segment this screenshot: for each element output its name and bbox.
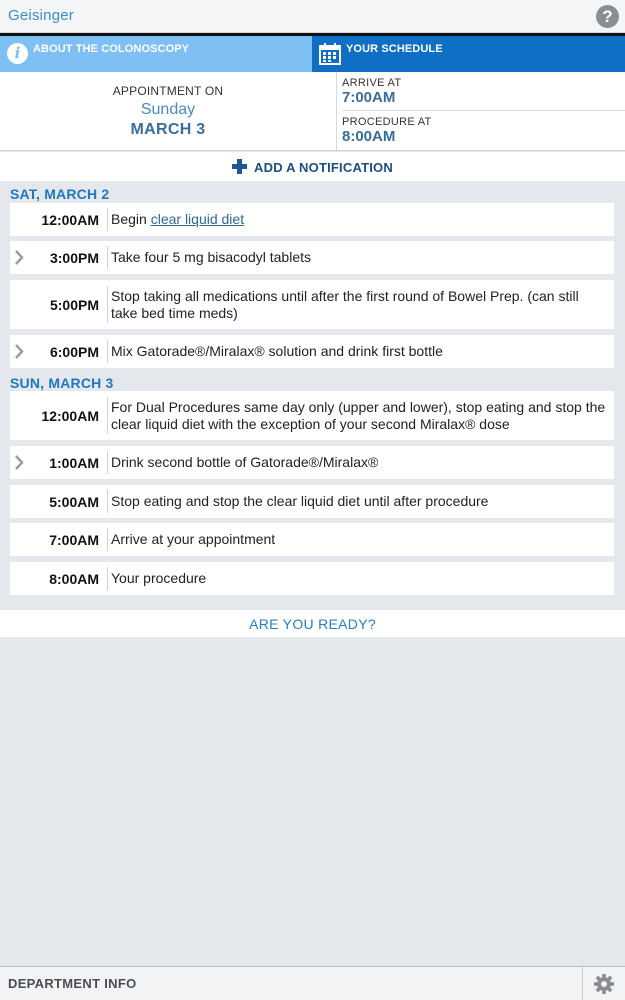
row-divider	[107, 286, 108, 323]
plus-icon	[232, 159, 248, 174]
footer-bar: DEPARTMENT INFO	[0, 966, 625, 1000]
tab-bar: i ABOUT THE COLONOSCOPY YOUR SCHEDULE	[0, 36, 625, 72]
department-info-button[interactable]: DEPARTMENT INFO	[8, 976, 136, 991]
row-divider	[107, 490, 108, 513]
schedule-text: Stop eating and stop the clear liquid di…	[111, 493, 489, 509]
appointment-times: ARRIVE AT 7:00AM PROCEDURE AT 8:00AM	[338, 72, 625, 150]
schedule-time: 6:00PM	[49, 344, 99, 360]
schedule-time: 5:00AM	[49, 494, 99, 510]
schedule-time: 7:00AM	[49, 532, 99, 548]
tab-your-schedule[interactable]: YOUR SCHEDULE	[312, 36, 625, 72]
row-divider	[107, 208, 108, 231]
help-icon[interactable]: ?	[596, 5, 619, 28]
info-icon: i	[7, 43, 28, 64]
arrive-label: ARRIVE AT	[342, 77, 402, 89]
procedure-time-block: PROCEDURE AT 8:00AM	[342, 111, 625, 150]
appointment-day: Sunday	[140, 101, 196, 118]
procedure-label: PROCEDURE AT	[342, 116, 432, 128]
schedule-time: 5:00PM	[49, 297, 99, 313]
settings-button[interactable]	[582, 967, 625, 1000]
row-divider	[107, 451, 108, 474]
schedule-text: Your procedure	[111, 570, 207, 586]
schedule-text: Arrive at your appointment	[111, 531, 276, 547]
schedule-time: 12:00AM	[41, 408, 99, 424]
schedule-text: Begin clear liquid diet	[111, 211, 245, 227]
appointment-date-block: APPOINTMENT ON Sunday MARCH 3	[0, 72, 337, 150]
schedule-row[interactable]: 8:00AM Your procedure	[10, 562, 614, 595]
schedule-row[interactable]: 5:00PM Stop taking all medications until…	[10, 280, 614, 329]
tab-about-label: ABOUT THE COLONOSCOPY	[33, 43, 190, 55]
schedule-row[interactable]: 3:00PM Take four 5 mg bisacodyl tablets	[10, 241, 614, 274]
are-you-ready-button[interactable]: ARE YOU READY?	[0, 610, 625, 637]
schedule-row[interactable]: 6:00PM Mix Gatorade®/Miralax® solution a…	[10, 335, 614, 368]
tab-schedule-label: YOUR SCHEDULE	[346, 43, 443, 55]
add-notification-button[interactable]: ADD A NOTIFICATION	[0, 152, 625, 181]
row-divider	[107, 528, 108, 551]
clear-liquid-diet-link[interactable]: clear liquid diet	[151, 211, 244, 227]
arrive-time-block: ARRIVE AT 7:00AM	[342, 72, 625, 111]
schedule-text: For Dual Procedures same day only (upper…	[111, 399, 606, 432]
schedule-text: Drink second bottle of Gatorade®/Miralax…	[111, 454, 379, 470]
day-heading: SAT, MARCH 2	[10, 186, 110, 202]
schedule-row[interactable]: 5:00AM Stop eating and stop the clear li…	[10, 485, 614, 518]
top-bar: Geisinger ?	[0, 0, 625, 33]
appointment-summary: APPOINTMENT ON Sunday MARCH 3 ARRIVE AT …	[0, 72, 625, 151]
schedule-time: 3:00PM	[49, 250, 99, 266]
schedule-row[interactable]: 12:00AM Begin clear liquid diet	[10, 203, 614, 236]
appointment-date: MARCH 3	[130, 121, 206, 138]
arrive-time: 7:00AM	[342, 89, 396, 106]
procedure-time: 8:00AM	[342, 128, 396, 145]
calendar-icon	[319, 43, 341, 68]
row-divider	[107, 246, 108, 269]
schedule-row[interactable]: 1:00AM Drink second bottle of Gatorade®/…	[10, 446, 614, 479]
schedule-row[interactable]: 7:00AM Arrive at your appointment	[10, 523, 614, 556]
add-notification-label: ADD A NOTIFICATION	[254, 160, 393, 175]
schedule-text: Take four 5 mg bisacodyl tablets	[111, 249, 311, 265]
schedule-time: 1:00AM	[49, 455, 99, 471]
schedule-text: Mix Gatorade®/Miralax® solution and drin…	[111, 343, 443, 359]
schedule-time: 8:00AM	[49, 571, 99, 587]
schedule-text: Stop taking all medications until after …	[111, 288, 579, 321]
day-heading: SUN, MARCH 3	[10, 375, 114, 391]
schedule-time: 12:00AM	[41, 212, 99, 228]
tab-about-the-colonoscopy[interactable]: i ABOUT THE COLONOSCOPY	[0, 36, 312, 72]
row-divider	[107, 567, 108, 590]
gear-icon	[593, 973, 615, 1000]
are-you-ready-label: ARE YOU READY?	[249, 616, 376, 632]
geisinger-logo: Geisinger	[8, 7, 74, 24]
row-divider	[107, 340, 108, 363]
schedule-row[interactable]: 12:00AM For Dual Procedures same day onl…	[10, 391, 614, 440]
row-divider	[107, 397, 108, 434]
appointment-caption: APPOINTMENT ON	[112, 84, 224, 98]
